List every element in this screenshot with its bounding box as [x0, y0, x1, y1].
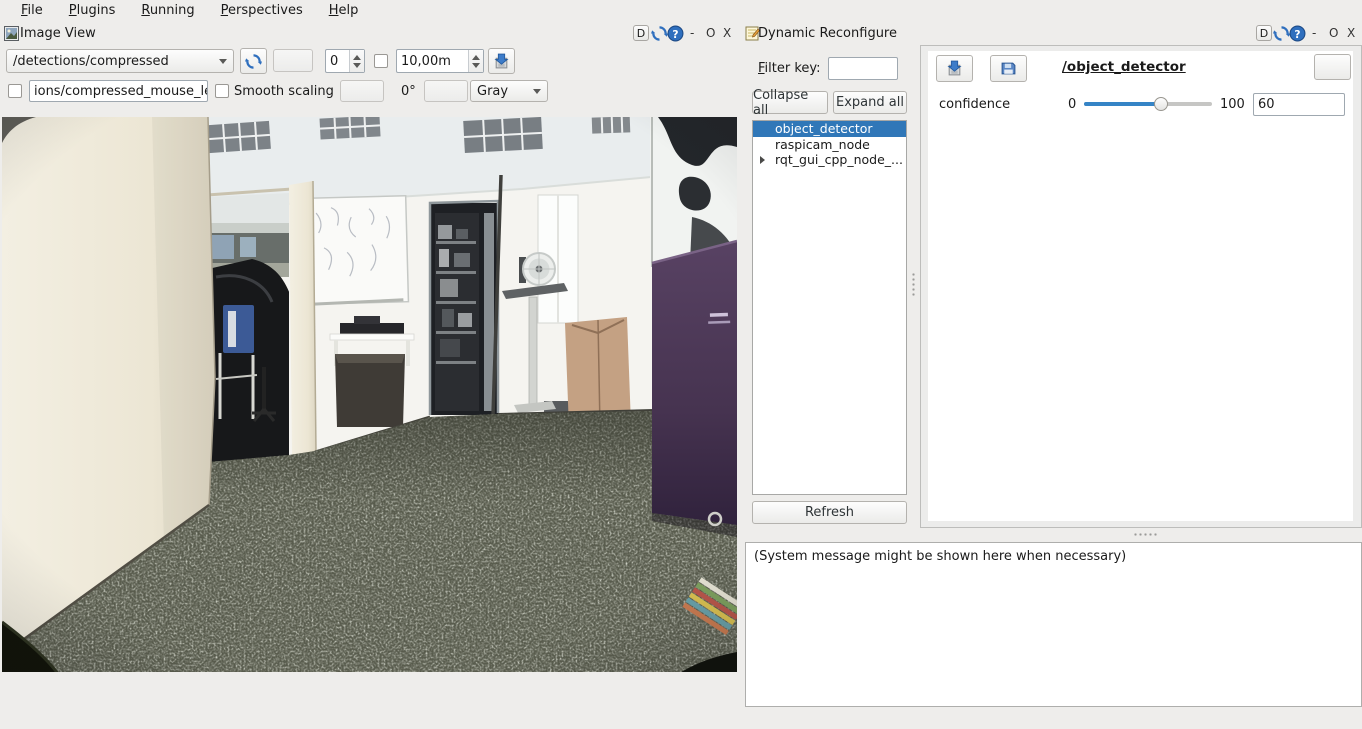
system-message-area[interactable]: (System message might be shown here when… [745, 542, 1362, 707]
close-button[interactable]: X [1347, 26, 1355, 41]
load-config-button[interactable] [990, 55, 1027, 82]
camera-image[interactable] [2, 117, 737, 672]
config-panel: /object_detector confidence 0 100 60 [920, 45, 1362, 528]
confidence-slider[interactable] [1084, 102, 1212, 106]
expand-all-button[interactable]: Expand all [833, 91, 907, 114]
filter-key-label: Filter key: [758, 61, 821, 76]
node-title-link[interactable]: /object_detector [1062, 59, 1186, 75]
tree-item-label: raspicam_node [775, 137, 870, 152]
rotation-label: 0° [401, 84, 416, 99]
max-range-spinbox[interactable]: 10,00m [396, 49, 484, 73]
dynamic-range-checkbox[interactable] [374, 54, 388, 68]
minimize-button[interactable]: - [1312, 26, 1316, 41]
confidence-value: 60 [1258, 97, 1275, 112]
tree-item-rqt-gui-cpp-node[interactable]: rqt_gui_cpp_node_... [753, 152, 906, 168]
save-config-icon [946, 60, 963, 77]
tree-item-object-detector[interactable]: object_detector [753, 121, 906, 137]
help-icon[interactable] [1289, 25, 1306, 42]
refresh-topics-button[interactable] [240, 48, 267, 74]
horizontal-splitter-handle[interactable] [1133, 533, 1159, 536]
tree-item-label: object_detector [775, 121, 873, 136]
param-name-label: confidence [939, 97, 1010, 112]
refresh-icon [245, 53, 262, 70]
restore-button[interactable]: O [1329, 26, 1338, 41]
system-message-text: (System message might be shown here when… [754, 549, 1126, 564]
colormap-value: Gray [477, 84, 508, 99]
dynamic-reconfigure-title: Dynamic Reconfigure [758, 26, 897, 41]
smooth-scaling-label: Smooth scaling [234, 84, 334, 99]
menu-bar: File Plugins Running Perspectives Help [0, 0, 1362, 21]
restore-button[interactable]: O [706, 26, 715, 41]
chevron-down-icon [219, 59, 227, 64]
spinner-arrows-icon[interactable] [349, 50, 364, 72]
tree-item-label: rqt_gui_cpp_node_... [775, 152, 903, 167]
image-view-titlebar: Image View D - O X [2, 22, 742, 46]
colormap-combo[interactable]: Gray [470, 80, 548, 102]
vertical-splitter-handle[interactable] [912, 272, 915, 298]
refresh-nodes-button[interactable]: Refresh [752, 501, 907, 524]
image-view-icon [4, 26, 19, 41]
close-button[interactable]: X [723, 26, 731, 41]
slider-fill [1084, 102, 1161, 106]
save-image-button[interactable] [488, 48, 515, 74]
slider-min-label: 0 [1068, 97, 1076, 112]
chevron-down-icon [533, 89, 541, 94]
image-topic-combo[interactable]: /detections/compressed [6, 49, 234, 73]
reload-plugin-icon[interactable] [1273, 25, 1290, 42]
image-topic-value: /detections/compressed [13, 54, 169, 69]
save-config-button[interactable] [936, 55, 973, 82]
minimize-button[interactable]: - [690, 26, 694, 41]
node-tree: object_detector raspicam_node rqt_gui_cp… [752, 120, 907, 495]
zoom-spinbox[interactable]: 0 [325, 49, 365, 73]
image-view-title: Image View [20, 26, 96, 41]
undock-button[interactable]: D [1256, 25, 1272, 41]
zoom-value: 0 [326, 50, 349, 72]
slider-max-label: 100 [1220, 97, 1245, 112]
tree-item-raspicam-node[interactable]: raspicam_node [753, 137, 906, 153]
mouse-topic-value: ions/compressed_mouse_left [34, 84, 208, 99]
undock-button[interactable]: D [633, 25, 649, 41]
dynamic-reconfigure-titlebar: Dynamic Reconfigure D - O X [745, 22, 1362, 46]
reload-plugin-icon[interactable] [651, 25, 668, 42]
menu-help[interactable]: Help [316, 1, 372, 20]
collapse-all-button[interactable]: Collapse all [752, 91, 828, 114]
camera-scene [2, 117, 737, 672]
spinner-arrows-icon[interactable] [468, 50, 483, 72]
smooth-scaling-checkbox[interactable] [215, 84, 229, 98]
publish-click-checkbox[interactable] [8, 84, 22, 98]
confidence-value-input[interactable]: 60 [1253, 93, 1345, 116]
mouse-topic-field[interactable]: ions/compressed_mouse_left [29, 80, 208, 102]
menu-file[interactable]: File [8, 1, 56, 20]
close-config-button[interactable] [1314, 54, 1351, 80]
expand-triangle-icon[interactable] [760, 156, 765, 164]
menu-plugins[interactable]: Plugins [56, 1, 129, 20]
menu-perspectives[interactable]: Perspectives [208, 1, 316, 20]
menu-running[interactable]: Running [128, 1, 207, 20]
help-icon[interactable] [667, 25, 684, 42]
config-panel-inner: /object_detector confidence 0 100 60 [928, 51, 1353, 521]
save-image-icon [493, 53, 510, 70]
load-config-icon [1000, 60, 1017, 77]
filter-key-input[interactable] [828, 57, 898, 80]
max-range-value: 10,00m [397, 50, 468, 72]
slider-handle[interactable] [1154, 97, 1168, 111]
empty-box [340, 80, 384, 102]
empty-box [424, 80, 468, 102]
empty-box [273, 49, 313, 72]
